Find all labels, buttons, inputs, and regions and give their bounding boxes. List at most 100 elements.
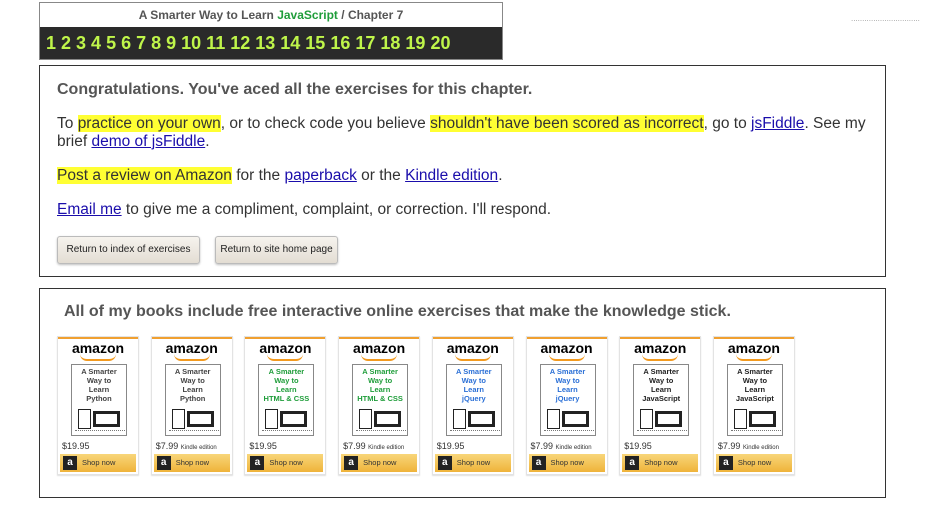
chapter-link-15[interactable]: 15 [305,33,325,54]
chapter-link-10[interactable]: 10 [181,33,201,54]
shop-now-button[interactable]: a Shop now [528,454,605,472]
book-cover: A Smarter Way to Learn Python [164,364,221,436]
p2-highlight-review: Post a review on Amazon [57,167,232,184]
shop-now-button[interactable]: a Shop now [247,454,324,472]
p1-text-e: . [205,133,210,150]
return-to-home-button[interactable]: Return to site home page [215,236,338,264]
cover-line-2: Way to [86,376,112,385]
cover-line-3: Learn [557,385,578,394]
book-card[interactable]: amazon A Smarter Way to Learn jQuery $19.95 a… [431,336,514,475]
book-card[interactable]: amazon A Smarter Way to Learn JavaScript $19.… [619,336,702,475]
shop-now-label: Shop now [175,458,210,467]
shop-now-button[interactable]: a Shop now [153,454,230,472]
congratulations-panel: Congratulations. You've aced all the exe… [39,65,886,277]
review-paragraph: Post a review on Amazon for the paperbac… [57,167,503,185]
cover-line-4: jQuery [461,394,486,403]
amazon-smile-icon [642,354,679,361]
shop-now-button[interactable]: a Shop now [60,454,136,472]
amazon-a-icon: a [63,456,77,470]
book-card[interactable]: amazon A Smarter Way to Learn Python $19.95 a… [57,336,139,475]
books-panel: All of my books include free interactive… [39,288,886,498]
email-paragraph: Email me to give me a compliment, compla… [57,201,551,219]
amazon-smile-icon [361,354,398,361]
shop-now-label: Shop now [550,458,584,467]
chapter-link-18[interactable]: 18 [380,33,400,54]
devices-icon [546,409,589,429]
chapter-link-19[interactable]: 19 [405,33,425,54]
book-card[interactable]: amazon A Smarter Way to Learn JavaScript $7.9… [712,336,795,475]
kindle-edition-link[interactable]: Kindle edition [405,167,498,184]
chapter-link-5[interactable]: 5 [106,33,116,54]
price-value: $7.99 [155,441,179,451]
cover-line-2: Way to [742,376,768,385]
amazon-logo: amazon [526,337,607,361]
shop-now-button[interactable]: a Shop now [434,454,511,472]
book-cover: A Smarter Way to Learn Python [71,364,127,436]
book-price: $19.95 [249,441,277,451]
email-me-link[interactable]: Email me [57,201,122,218]
jsfiddle-link[interactable]: jsFiddle [751,115,804,132]
book-price: $7.99 Kindle edition [343,441,404,451]
price-value: $19.95 [436,441,465,451]
return-to-index-button[interactable]: Return to index of exercises [57,236,200,264]
shop-now-button[interactable]: a Shop now [341,454,418,472]
dotted-line: ............................... [851,14,920,23]
chapter-link-14[interactable]: 14 [280,33,300,54]
chapter-link-7[interactable]: 7 [136,33,146,54]
chapter-link-13[interactable]: 13 [255,33,275,54]
book-cover: A Smarter Way to Learn jQuery [539,364,596,436]
devices-icon [78,409,120,429]
amazon-a-icon: a [344,456,359,470]
chapter-link-2[interactable]: 2 [61,33,71,54]
devices-icon [640,409,683,429]
amazon-logo: amazon [432,337,513,361]
amazon-smile-icon [735,354,772,361]
chapter-link-6[interactable]: 6 [121,33,131,54]
chapter-link-11[interactable]: 11 [206,33,225,54]
book-card[interactable]: amazon A Smarter Way to Learn Python $7.99 Ki… [150,336,233,475]
amazon-logo: amazon [151,337,232,361]
cover-footer [449,430,500,434]
price-value: $7.99 [343,441,366,451]
amazon-a-icon: a [156,456,171,470]
cover-line-3: Learn [369,385,391,394]
shop-now-label: Shop now [644,458,678,467]
jsfiddle-demo-link[interactable]: demo of jsFiddle [91,133,205,150]
amazon-logo: amazon [245,337,326,361]
chapter-number-nav: 1 2 3 4 5 6 7 8 9 10 11 12 13 14 15 16 17 18 19 20 [40,27,502,59]
paperback-link[interactable]: paperback [284,167,356,184]
shop-now-button[interactable]: a Shop now [622,454,699,472]
books-heading: All of my books include free interactive… [64,303,731,320]
cover-line-2: Way to [274,376,299,385]
p1-text-b: , or to check code you believe [220,115,431,132]
cover-line-2: Way to [180,376,205,385]
book-card[interactable]: amazon A Smarter Way to Learn HTML & CSS $19.… [244,336,327,475]
price-value: $7.99 [530,441,554,451]
chapter-link-16[interactable]: 16 [330,33,350,54]
book-card[interactable]: amazon A Smarter Way to Learn jQuery $7.99 Ki… [525,336,608,475]
chapter-link-12[interactable]: 12 [230,33,250,54]
chapter-link-17[interactable]: 17 [355,33,375,54]
amazon-a-icon: a [437,456,452,470]
shop-now-label: Shop now [269,458,303,467]
cover-line-3: Learn [88,385,110,394]
book-cover: A Smarter Way to Learn HTML & CSS [352,364,409,436]
price-value: $19.95 [62,441,90,451]
cover-line-4: jQuery [555,394,580,403]
cover-line-3: Learn [276,385,297,394]
chapter-link-3[interactable]: 3 [76,33,86,54]
chapter-link-4[interactable]: 4 [91,33,101,54]
chapter-link-9[interactable]: 9 [166,33,176,54]
header-title-lang: JavaScript [277,8,338,22]
book-card[interactable]: amazon A Smarter Way to Learn HTML & CSS $7.9… [338,336,421,475]
cover-line-3: Learn [182,385,203,394]
cover-line-1: A Smarter [643,367,679,376]
book-cover: A Smarter Way to Learn JavaScript [726,364,783,436]
header-title-sep: / [341,8,345,22]
shop-now-button[interactable]: a Shop now [715,454,792,472]
book-cover: A Smarter Way to Learn JavaScript [633,364,690,436]
chapter-link-20[interactable]: 20 [430,33,450,54]
chapter-link-8[interactable]: 8 [151,33,161,54]
chapter-link-1[interactable]: 1 [46,33,56,54]
cover-footer [637,430,688,434]
